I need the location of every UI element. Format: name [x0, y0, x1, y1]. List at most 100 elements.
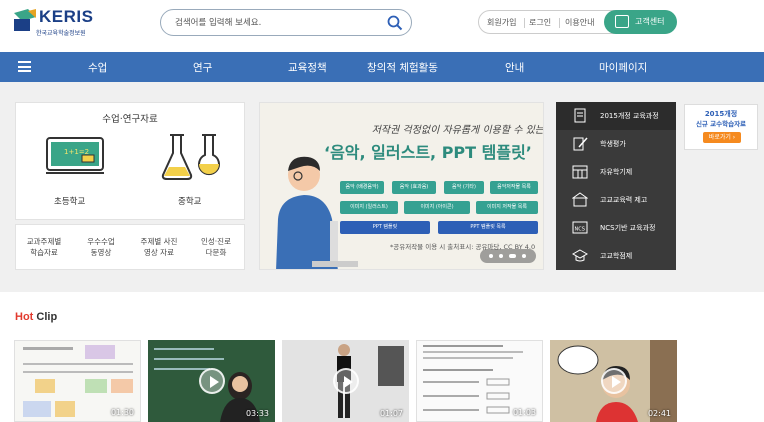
hot-clip-title: Hot Clip — [15, 311, 57, 323]
banner-btn-music-list[interactable]: 음악저작물 목록 — [490, 181, 538, 194]
quick-item-label: NCS기반 교육과정 — [600, 224, 656, 232]
category-panel: 교과주제별 학습자료 우수수업 동영상 주제별 사진 영상 자료 인성·진로 다… — [15, 224, 245, 270]
elementary-label[interactable]: 초등학교 — [54, 195, 85, 207]
main-content: 수업·연구자료 1+1=2 초등학교 중학교 교과주제별 학습자료 우수수업 동… — [0, 82, 764, 292]
play-icon[interactable] — [198, 368, 225, 394]
search-box — [160, 9, 412, 36]
nav-item-creative[interactable]: 창의적 체험활동 — [367, 60, 438, 75]
category-line: 주제별 사진 — [140, 237, 178, 246]
clip-thumbnail-1[interactable]: 01:30 — [14, 340, 141, 422]
pager-dot[interactable] — [522, 254, 526, 258]
customer-center-label: 고객센터 — [635, 17, 665, 26]
blackboard-icon[interactable]: 1+1=2 — [46, 137, 104, 175]
quick-item-label: 학생평가 — [600, 140, 626, 148]
login-link[interactable]: 로그인 — [529, 17, 551, 28]
banner-btn-ppt[interactable]: PPT 템플릿 — [340, 221, 430, 234]
clip-duration: 01:07 — [379, 409, 403, 418]
keris-logo-mark — [14, 9, 36, 31]
clip-duration: 01:03 — [512, 408, 536, 417]
clip-thumbnail-3[interactable]: 01:07 — [282, 340, 409, 422]
quick-item-credit-system[interactable]: 고교학점제 — [556, 242, 676, 270]
logo-text: KERIS — [39, 7, 94, 26]
banner-btn-illustration[interactable]: 이미지 (일러스트) — [340, 201, 398, 214]
clip-thumbnail-5[interactable]: 02:41 — [550, 340, 677, 422]
clip-duration: 03:33 — [245, 409, 269, 418]
category-line: 우수수업 — [87, 237, 115, 246]
banner-subtitle: 저작권 걱정없이 자유롭게 이용할 수 있는 — [371, 125, 544, 136]
clip-duration: 02:41 — [647, 409, 671, 418]
flask-icon[interactable] — [161, 131, 221, 181]
banner-title: ‘음악, 일러스트, PPT 템플릿’ — [324, 143, 532, 162]
play-icon[interactable] — [332, 368, 359, 394]
nav-item-mypage[interactable]: 마이페이지 — [599, 60, 647, 75]
divider — [559, 18, 560, 28]
nav-item-research[interactable]: 연구 — [193, 60, 212, 75]
pager-dot[interactable] — [489, 254, 493, 258]
calendar-icon — [572, 165, 588, 179]
main-nav: 수업 연구 교육정책 창의적 체험활동 안내 마이페이지 — [0, 52, 764, 82]
nav-item-policy[interactable]: 교육정책 — [288, 60, 327, 75]
pencil-paper-icon — [573, 137, 588, 151]
banner-pager[interactable] — [480, 249, 536, 263]
middle-school-label[interactable]: 중학교 — [178, 195, 201, 207]
keris-logo[interactable]: KERIS 한국교육학술정보원 — [14, 7, 124, 39]
quick-item-label: 고교학점제 — [600, 252, 633, 260]
svg-text:NCS: NCS — [575, 227, 585, 233]
hot-clip-title-red: Hot — [15, 311, 34, 323]
quick-item-free-semester[interactable]: 자유학기제 — [556, 158, 676, 186]
hot-clip-title-rest: Clip — [33, 311, 58, 323]
category-line: 인성·진로 — [201, 237, 231, 246]
promo-line2: 신규 교수학습자료 — [695, 120, 747, 128]
divider — [524, 18, 525, 28]
utility-links: 회원가입 로그인 이용안내 고객센터 — [478, 10, 677, 34]
quick-item-ncs[interactable]: NCS NCS기반 교육과정 — [556, 214, 676, 242]
clip-thumbnail-2[interactable]: 03:33 — [148, 340, 275, 422]
signup-link[interactable]: 회원가입 — [487, 17, 516, 28]
category-line: 다문화 — [205, 248, 227, 257]
document-icon — [574, 108, 586, 123]
promo-go-button[interactable]: 바로가기 › — [703, 132, 741, 143]
category-line: 영상 자료 — [144, 248, 174, 257]
banner-btn-ppt-list[interactable]: PPT 템플릿 목록 — [438, 221, 538, 234]
category-line: 교과주제별 — [26, 237, 62, 246]
banner-btn-bgm[interactable]: 음악 (배경음악) — [340, 181, 384, 194]
pager-dot[interactable] — [499, 254, 503, 258]
quick-item-highschool[interactable]: 고교교육력 제고 — [556, 186, 676, 214]
quick-item-assessment[interactable]: 학생평가 — [556, 130, 676, 158]
promo-2015-curriculum[interactable]: 2015개정 신규 교수학습자료 바로가기 › — [684, 104, 758, 150]
site-header: KERIS 한국교육학술정보원 회원가입 로그인 이용안내 고객센터 — [0, 0, 764, 46]
search-input[interactable] — [175, 15, 375, 31]
quick-item-label: 자유학기제 — [600, 168, 633, 176]
banner-btn-image-list[interactable]: 이미지 저작물 목록 — [476, 201, 538, 214]
quick-item-label: 고교교육력 제고 — [600, 196, 648, 204]
category-best-class-videos[interactable]: 우수수업 동영상 — [73, 236, 129, 258]
menu-icon[interactable] — [18, 61, 31, 72]
quick-item-label: 2015개정 교육과정 — [600, 112, 659, 120]
play-icon[interactable] — [600, 368, 627, 394]
resource-panel: 수업·연구자료 1+1=2 초등학교 중학교 — [15, 102, 245, 220]
banner-btn-sfx[interactable]: 음악 (효과음) — [392, 181, 436, 194]
category-line: 동영상 — [90, 248, 112, 257]
logo-subtitle: 한국교육학술정보원 — [36, 30, 86, 37]
guide-link[interactable]: 이용안내 — [565, 17, 594, 28]
customer-center-button[interactable]: 고객센터 — [604, 10, 677, 34]
search-icon[interactable] — [387, 15, 403, 31]
category-photo-video[interactable]: 주제별 사진 영상 자료 — [131, 236, 187, 258]
main-banner[interactable]: 저작권 걱정없이 자유롭게 이용할 수 있는 ‘음악, 일러스트, PPT 템플… — [259, 102, 544, 270]
nav-item-info[interactable]: 안내 — [505, 60, 524, 75]
banner-btn-icon[interactable]: 이미지 (아이콘) — [404, 201, 470, 214]
banner-btn-music-etc[interactable]: 음악 (기타) — [444, 181, 484, 194]
category-subject-materials[interactable]: 교과주제별 학습자료 — [16, 236, 72, 258]
pager-dot-active[interactable] — [509, 254, 516, 258]
clip-duration: 01:30 — [110, 408, 134, 417]
resource-title: 수업·연구자료 — [102, 114, 158, 125]
quick-menu: 2015개정 교육과정 학생평가 자유학기제 고교교육력 제고 NCS NCS기… — [556, 102, 676, 270]
quick-item-2015-curriculum[interactable]: 2015개정 교육과정 — [556, 102, 676, 130]
nav-item-class[interactable]: 수업 — [88, 60, 107, 75]
category-line: 학습자료 — [30, 248, 58, 257]
customer-center-icon — [615, 15, 629, 28]
clip-thumbnail-4[interactable]: 01:03 — [416, 340, 543, 422]
ncs-icon: NCS — [572, 221, 588, 234]
category-character-career[interactable]: 인성·진로 다문화 — [188, 236, 244, 258]
school-icon — [572, 192, 588, 207]
